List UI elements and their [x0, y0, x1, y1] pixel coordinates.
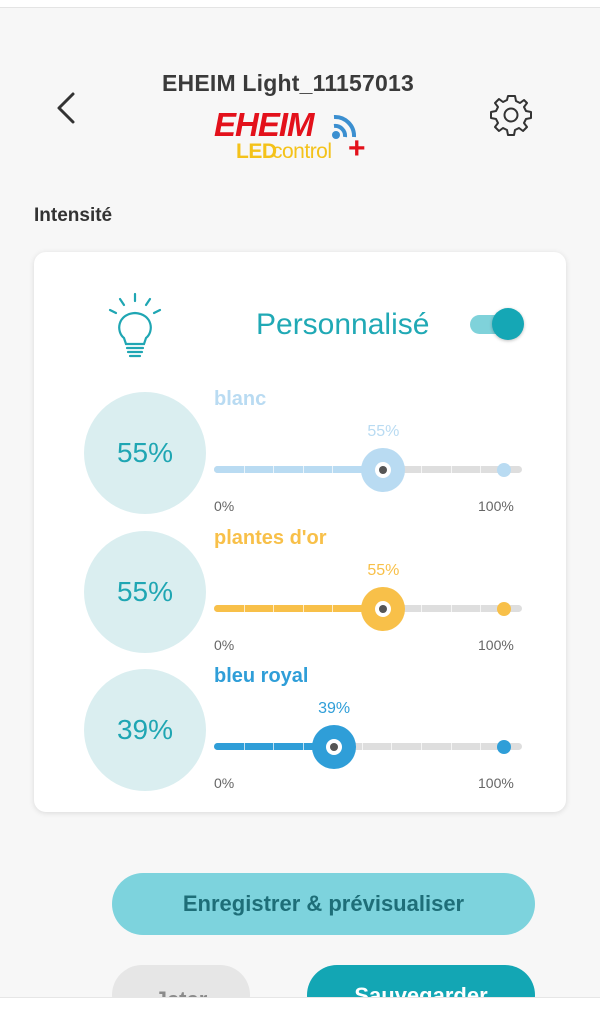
slider-thumb[interactable]	[361, 587, 406, 631]
intensity-circle: 55%	[84, 531, 206, 653]
section-title: Intensité	[34, 205, 113, 226]
slider-tick	[480, 739, 482, 754]
slider-tick	[480, 601, 482, 616]
slider-value-label: 39%	[318, 700, 351, 717]
channel-plantes-dor: 55% plantes d'or 55% 0% 100%	[34, 527, 566, 665]
slider-fill	[214, 605, 384, 612]
status-strip	[0, 0, 600, 8]
slider-tick	[302, 601, 304, 616]
slider-tick	[332, 601, 334, 616]
channel-bleu-royal: 39% bleu royal 39% 0% 100%	[34, 665, 566, 803]
app-header: EHEIM Light_11157013 EHEIM LED control +	[0, 8, 600, 188]
slider-tick	[273, 739, 275, 754]
slider-tick	[243, 462, 245, 477]
slider-tick	[243, 601, 245, 616]
logo-control-text: control	[272, 140, 332, 163]
intensity-slider-plantes-d-or[interactable]	[214, 587, 524, 631]
logo-led-text: LED	[236, 140, 277, 163]
slider-tick	[243, 739, 245, 754]
slider-max-label: 100%	[478, 775, 514, 791]
intensity-slider-bleu-royal[interactable]	[214, 725, 524, 769]
slider-tick	[302, 739, 304, 754]
slider-min-label: 0%	[214, 775, 235, 791]
settings-button[interactable]	[486, 90, 536, 140]
slider-end-dot	[497, 463, 511, 477]
slider-max-label: 100%	[478, 637, 514, 653]
slider-tick	[332, 462, 334, 477]
slider-tick	[420, 739, 422, 754]
slider-value-label: 55%	[367, 423, 400, 440]
slider-max-label: 100%	[478, 498, 514, 514]
slider-thumb[interactable]	[312, 725, 357, 769]
slider-tick	[273, 462, 275, 477]
intensity-slider-blanc[interactable]	[214, 448, 524, 492]
logo-plus-text: +	[348, 132, 366, 165]
light-bulb-icon	[108, 292, 162, 358]
slider-tick	[450, 601, 452, 616]
slider-tick	[450, 462, 452, 477]
discard-button[interactable]: Jeter	[112, 965, 250, 997]
toggle-knob	[492, 308, 524, 340]
channel-blanc: 55% blanc 55% 0% 100%	[34, 388, 566, 526]
slider-tick	[302, 462, 304, 477]
slider-end-dot	[497, 602, 511, 616]
gear-icon	[490, 95, 532, 136]
intensity-circle: 55%	[84, 392, 206, 514]
slider-tick	[420, 462, 422, 477]
intensity-card: Personnalisé 55% blanc 55% 0% 100% 55% plante…	[34, 252, 566, 812]
logo-eheim-text: EHEIM	[214, 106, 315, 143]
navigation-bar	[0, 997, 600, 1025]
slider-fill	[214, 466, 384, 473]
slider-end-dot	[497, 740, 511, 754]
slider-tick	[420, 601, 422, 616]
slider-thumb[interactable]	[361, 448, 406, 492]
channel-name: blanc	[214, 388, 267, 410]
slider-tick	[273, 601, 275, 616]
slider-tick	[480, 462, 482, 477]
save-button[interactable]: Sauvegarder	[307, 965, 535, 997]
slider-min-label: 0%	[214, 498, 235, 514]
bottom-button-row: Jeter Sauvegarder	[0, 960, 600, 997]
intensity-circle: 39%	[84, 669, 206, 791]
slider-tick	[391, 739, 393, 754]
eheim-ledcontrol-logo: EHEIM LED control +	[212, 106, 372, 168]
channel-name: plantes d'or	[214, 527, 327, 549]
save-and-preview-button[interactable]: Enregistrer & prévisualiser	[112, 873, 535, 935]
channel-name: bleu royal	[214, 665, 309, 687]
slider-min-label: 0%	[214, 637, 235, 653]
custom-mode-toggle[interactable]	[468, 308, 526, 340]
slider-tick	[450, 739, 452, 754]
slider-tick	[361, 739, 363, 754]
slider-value-label: 55%	[367, 562, 400, 579]
mode-label: Personnalisé	[256, 308, 430, 341]
